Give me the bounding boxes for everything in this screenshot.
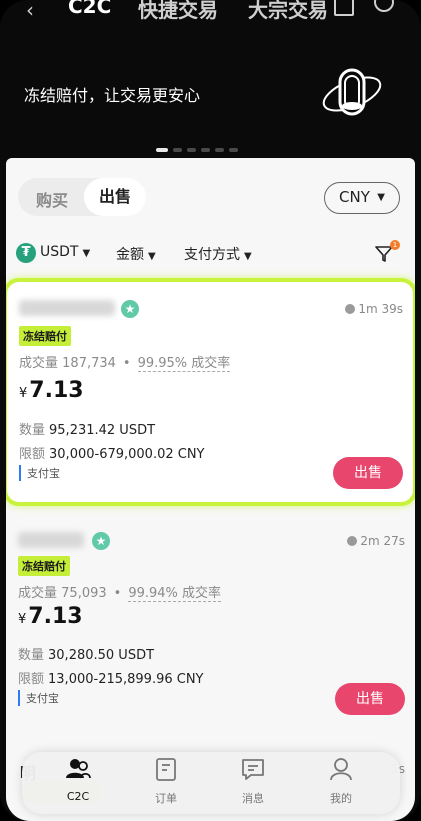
clock-icon (347, 536, 358, 546)
unit-price: ¥7.13 (19, 378, 84, 403)
response-time: 1m 39s (345, 302, 403, 316)
currency-select[interactable]: CNY ▼ (324, 182, 400, 214)
bottom-tab-bar: C2C 订单 消息 我的 (22, 752, 400, 814)
caret-icon: ▼ (244, 251, 252, 262)
top-nav: ‹ C2C 快捷交易 大宗交易 (0, 0, 421, 30)
response-time: 2m 27s (347, 534, 405, 548)
filter-badge: 1 (390, 240, 400, 250)
tab-label: C2C (66, 790, 90, 803)
scan-icon[interactable] (334, 0, 354, 16)
filter-bar: ₮ USDT ▼ 金额 ▼ 支付方式 ▼ 1 (6, 240, 415, 270)
users-icon (66, 759, 91, 779)
phone-screen: ‹ C2C 快捷交易 大宗交易 冻结赔付，让交易更安心 购买 出售 CNY ▼ … (0, 0, 421, 821)
listing-card[interactable]: ★ 1m 39s 冻结赔付 成交量 187,734 • 99.95% 成交率 ¥7.… (6, 278, 415, 506)
order-limit: 限额 13,000-215,899.96 CNY (18, 672, 204, 687)
currency-value: CNY (339, 188, 370, 206)
merchant-name[interactable] (19, 300, 115, 316)
tab-label: 订单 (155, 792, 177, 805)
buy-sell-toggle: 购买 出售 (18, 178, 146, 216)
merchant-name[interactable] (18, 532, 84, 548)
caret-icon: ▼ (82, 248, 91, 259)
back-icon[interactable]: ‹ (26, 0, 34, 22)
freeze-compensation-tag: 冻结赔付 (19, 326, 71, 346)
sell-tab[interactable]: 出售 (84, 178, 146, 216)
available-quantity: 数量 30,280.50 USDT (18, 648, 155, 663)
available-quantity: 数量 95,231.42 USDT (19, 423, 156, 438)
verified-star-icon: ★ (92, 532, 110, 550)
tab-c2c-nav[interactable]: C2C (48, 756, 108, 803)
payment-method: 支付宝 (19, 465, 60, 481)
caret-icon: ▼ (148, 251, 156, 262)
payment-filter[interactable]: 支付方式 ▼ (184, 244, 252, 264)
tether-icon: ₮ (16, 243, 36, 263)
document-icon (156, 758, 176, 781)
buy-tab[interactable]: 购买 (36, 187, 68, 211)
banner-text[interactable]: 冻结赔付，让交易更安心 (24, 82, 200, 106)
carousel-indicator (156, 148, 238, 152)
verified-star-icon: ★ (121, 300, 139, 318)
coin-filter[interactable]: USDT ▼ (40, 244, 90, 260)
amount-filter[interactable]: 金额 ▼ (116, 244, 156, 264)
tab-profile[interactable]: 我的 (311, 756, 371, 806)
freeze-compensation-tag: 冻结赔付 (18, 556, 70, 576)
message-icon (242, 759, 264, 780)
sell-button[interactable]: 出售 (333, 457, 403, 489)
market-panel: 购买 出售 CNY ▼ ₮ USDT ▼ 金额 ▼ 支付方式 ▼ 1 ★ 1m 39s… (6, 158, 415, 821)
clock-icon (345, 304, 356, 314)
merchant-stats: 成交量 75,093 • 99.94% 成交率 (18, 586, 222, 602)
tab-c2c[interactable]: C2C (68, 0, 111, 18)
search-icon[interactable] (374, 0, 394, 12)
tab-quick-trade[interactable]: 快捷交易 (138, 0, 218, 23)
tab-orders[interactable]: 订单 (136, 756, 196, 806)
tab-bulk-trade[interactable]: 大宗交易 (248, 0, 328, 23)
merchant-stats: 成交量 187,734 • 99.95% 成交率 (19, 356, 231, 372)
tab-label: 我的 (330, 792, 352, 805)
tab-messages[interactable]: 消息 (223, 756, 283, 806)
listing-card[interactable]: ★ 2m 27s 冻结赔付 成交量 75,093 • 99.94% 成交率 ¥7.1… (6, 518, 415, 734)
shield-illustration-icon (322, 68, 382, 116)
user-icon (330, 758, 352, 781)
unit-price: ¥7.13 (18, 604, 83, 629)
sell-button[interactable]: 出售 (335, 683, 405, 715)
order-limit: 限额 30,000-679,000.02 CNY (19, 447, 205, 462)
chevron-down-icon: ▼ (377, 192, 385, 203)
payment-method: 支付宝 (18, 690, 59, 706)
tab-label: 消息 (242, 792, 264, 805)
